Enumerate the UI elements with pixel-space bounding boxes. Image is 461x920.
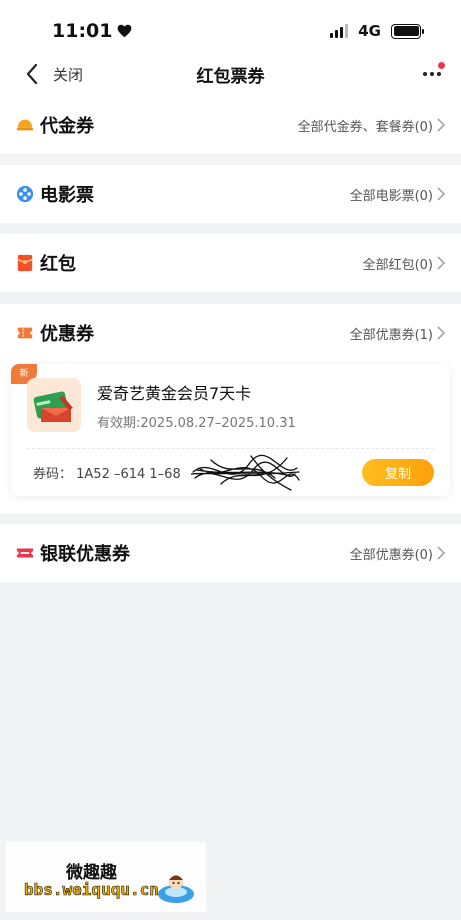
- page-title: 红包票券: [196, 67, 265, 87]
- view-all-movies-link[interactable]: 全部电影票(0): [350, 165, 445, 223]
- unionpay-ticket-icon: [16, 548, 34, 558]
- coupon-code: 券码： 1A52 –614 1–68: [33, 467, 181, 482]
- heart-icon: [118, 24, 132, 38]
- network-type: 4G: [358, 22, 381, 40]
- view-all-vouchers-link[interactable]: 全部代金券、套餐券(0): [298, 96, 445, 154]
- battery-icon: [391, 23, 424, 39]
- section-movie: 电影票 全部电影票(0): [0, 165, 461, 223]
- card-divider: [27, 448, 434, 449]
- nav-bar: 关闭 红包票券: [0, 52, 461, 96]
- coupon-card[interactable]: 新 爱奇艺黄金会员7天卡 有效期:2025.08.27–2025.10.31 券…: [11, 364, 450, 496]
- section-title: 优惠券: [40, 324, 94, 345]
- section-title: 银联优惠券: [40, 544, 130, 565]
- coupon-icon: [17, 327, 33, 339]
- more-button[interactable]: [417, 60, 447, 88]
- red-packet-icon: [17, 254, 33, 272]
- section-voucher: 代金券 全部代金券、套餐券(0): [0, 96, 461, 154]
- view-all-coupons-link[interactable]: 全部优惠券(1): [350, 304, 445, 362]
- redaction-scribble: [191, 454, 300, 491]
- view-all-unionpay-coupons-link[interactable]: 全部优惠券(0): [350, 524, 445, 582]
- gift-card-icon: [33, 391, 73, 422]
- view-all-redpackets-link[interactable]: 全部红包(0): [363, 234, 445, 292]
- watermark-url: bbs.weiququ.cn: [24, 880, 159, 900]
- coupon-thumbnail: [27, 378, 81, 432]
- watermark-mascot-icon: [158, 875, 194, 903]
- header: 11:01 4G 关闭 红包票券: [0, 0, 461, 96]
- section-title: 代金券: [40, 116, 94, 137]
- chevron-right-icon: [437, 118, 445, 132]
- notification-dot: [438, 62, 445, 69]
- watermark: 微趣趣 bbs.weiququ.cn: [6, 842, 206, 912]
- chevron-right-icon: [437, 256, 445, 270]
- section-redpacket: 红包 全部红包(0): [0, 234, 461, 292]
- more-dots-icon: [423, 72, 427, 76]
- film-reel-icon: [16, 185, 34, 203]
- signal-icon: [330, 24, 349, 38]
- section-title: 红包: [40, 254, 76, 275]
- chevron-right-icon: [437, 187, 445, 201]
- section-unionpay: 银联优惠券 全部优惠券(0): [0, 524, 461, 582]
- coupon-validity: 有效期:2025.08.27–2025.10.31: [97, 416, 296, 431]
- status-time: 11:01: [52, 20, 132, 42]
- coupon-name: 爱奇艺黄金会员7天卡: [97, 384, 252, 403]
- status-bar: 11:01 4G: [0, 0, 461, 52]
- voucher-icon: [16, 119, 34, 131]
- copy-button[interactable]: 复制: [362, 459, 434, 486]
- chevron-right-icon: [437, 326, 445, 340]
- section-title: 电影票: [40, 185, 94, 206]
- chevron-right-icon: [437, 546, 445, 560]
